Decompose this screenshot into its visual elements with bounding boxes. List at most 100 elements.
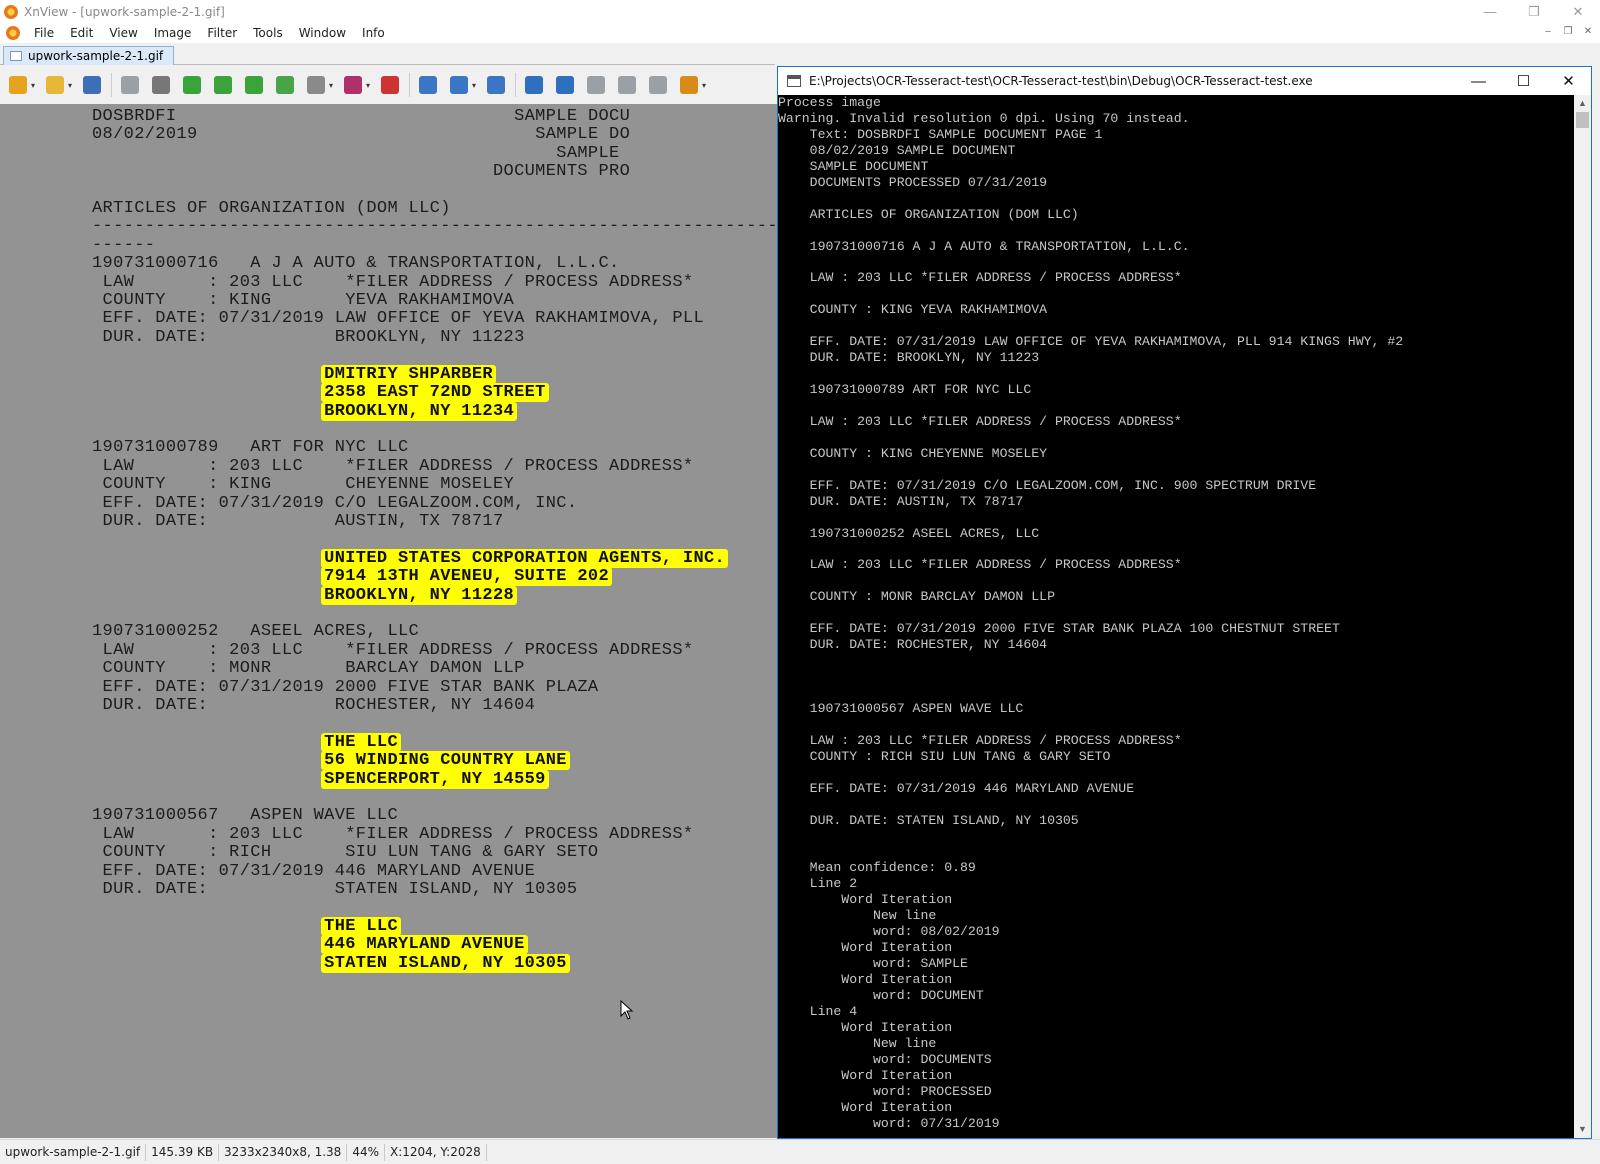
mdi-close-button[interactable]: ✕: [1580, 25, 1596, 39]
adjust-dropdown-icon[interactable]: ▾: [366, 81, 372, 90]
console-minimize-button[interactable]: —: [1456, 67, 1501, 95]
rotate-right-button[interactable]: [211, 73, 235, 97]
restore-button[interactable]: ❐: [1512, 0, 1556, 23]
adjust-button[interactable]: [341, 73, 365, 97]
console-maximize-button[interactable]: ☐: [1501, 67, 1546, 95]
browser-button[interactable]: [6, 73, 30, 97]
entry-4-highlight-3: STATEN ISLAND, NY 10305: [321, 953, 570, 973]
console-close-button[interactable]: ✕: [1546, 67, 1591, 95]
console-scrollbar[interactable]: ▲ ▼: [1574, 95, 1591, 1138]
scroll-up-arrow-icon[interactable]: ▲: [1574, 95, 1591, 112]
slideshow-dropdown-icon[interactable]: ▾: [702, 81, 708, 90]
console-line: Warning. Invalid resolution 0 dpi. Using…: [778, 110, 1190, 126]
console-line: 190731000567 ASPEN WAVE LLC: [778, 700, 1024, 716]
zoom-fit-dropdown-icon[interactable]: ▾: [472, 81, 478, 90]
menu-window[interactable]: Window: [291, 26, 354, 40]
last-icon: [618, 76, 636, 94]
export-icon: [245, 76, 263, 94]
console-line: 08/02/2019 SAMPLE DOCUMENT: [778, 142, 1016, 158]
menu-view[interactable]: View: [101, 26, 145, 40]
console-line: word: DOCUMENT: [778, 988, 984, 1004]
console-line: ARTICLES OF ORGANIZATION (DOM LLC): [778, 206, 1079, 222]
menu-info[interactable]: Info: [354, 26, 393, 40]
app-menu-icon[interactable]: [6, 26, 20, 40]
mdi-minimize-button[interactable]: –: [1540, 25, 1556, 39]
scanned-document: DOSBRDFI SAMPLE DOCU 08/02/2019 SAMPLE D…: [92, 107, 777, 973]
menu-image[interactable]: Image: [146, 26, 200, 40]
entry-1-id: 190731000716 A J A AUTO & TRANSPORTATION…: [92, 254, 620, 274]
entry-4-highlight-1: THE LLC: [321, 916, 402, 936]
console-line: 190731000252 ASEEL ACRES, LLC: [778, 525, 1040, 541]
entry-4-id: 190731000567 ASPEN WAVE LLC: [92, 806, 398, 826]
section-title: ARTICLES OF ORGANIZATION (DOM LLC): [92, 199, 451, 219]
console-line: word: 08/02/2019: [778, 924, 1000, 940]
window-title: XnView - [upwork-sample-2-1.gif]: [24, 4, 225, 19]
entry-4-highlight-2: 446 MARYLAND AVENUE: [321, 935, 528, 955]
console-line: DUR. DATE: AUSTIN, TX 78717: [778, 493, 1024, 509]
status-zoom: 44%: [347, 1143, 385, 1161]
menu-tools[interactable]: Tools: [245, 26, 291, 40]
slideshow-icon: [680, 76, 698, 94]
console-line: Word Iteration: [778, 940, 953, 956]
next-button[interactable]: [553, 73, 577, 97]
previous-button[interactable]: [522, 73, 546, 97]
mdi-restore-button[interactable]: ❐: [1560, 25, 1576, 39]
print-button[interactable]: [304, 73, 328, 97]
close-button[interactable]: ✕: [1556, 0, 1600, 23]
convert-button[interactable]: [273, 73, 297, 97]
fullscreen-button[interactable]: [646, 73, 670, 97]
console-window[interactable]: E:\Projects\OCR-Tesseract-test\OCR-Tesse…: [777, 66, 1592, 1139]
first-button[interactable]: [584, 73, 608, 97]
menu-file[interactable]: File: [26, 26, 62, 40]
header-left-1: DOSBRDFI: [92, 107, 177, 126]
console-line: Mean confidence: 0.89: [778, 860, 976, 876]
image-viewer[interactable]: DOSBRDFI SAMPLE DOCU 08/02/2019 SAMPLE D…: [0, 104, 777, 1138]
slideshow-button[interactable]: [677, 73, 701, 97]
console-line: word: 07/31/2019: [778, 1115, 1000, 1131]
console-line: LAW : 203 LLC *FILER ADDRESS / PROCESS A…: [778, 557, 1182, 573]
console-line: Text: DOSBRDFI SAMPLE DOCUMENT PAGE 1: [778, 126, 1103, 142]
zoom-fit-button[interactable]: [447, 73, 471, 97]
xnview-app: XnView - [upwork-sample-2-1.gif] — ❐ ✕ F…: [0, 0, 1600, 1164]
minimize-button[interactable]: —: [1468, 0, 1512, 23]
console-line: Word Iteration: [778, 1099, 953, 1115]
crop-button[interactable]: [149, 73, 173, 97]
entry-1-highlight-2: 2358 EAST 72ND STREET: [321, 383, 549, 403]
entry-3-county: COUNTY : MONR BARCLAY DAMON LLP: [92, 659, 525, 679]
print-dropdown-icon[interactable]: ▾: [329, 81, 335, 90]
console-line: Word Iteration: [778, 972, 953, 988]
document-tab-bar: upwork-sample-2-1.gif: [0, 43, 775, 65]
zoom-out-button[interactable]: [484, 73, 508, 97]
scroll-down-arrow-icon[interactable]: ▼: [1574, 1121, 1591, 1138]
console-line: 190731000716 A J A AUTO & TRANSPORTATION…: [778, 238, 1190, 254]
open-folder-button[interactable]: [43, 73, 67, 97]
console-title-bar: E:\Projects\OCR-Tesseract-test\OCR-Tesse…: [778, 67, 1591, 95]
console-line: word: SAMPLE: [778, 956, 968, 972]
image-file-icon: [10, 51, 22, 61]
tab-upwork-sample[interactable]: upwork-sample-2-1.gif: [3, 46, 175, 65]
browser-dropdown-icon[interactable]: ▾: [31, 81, 37, 90]
scrollbar-thumb[interactable]: [1576, 112, 1589, 128]
console-line: Word Iteration: [778, 1019, 953, 1035]
menu-filter[interactable]: Filter: [199, 26, 245, 40]
entry-3-highlight-2: 56 WINDING COUNTRY LANE: [321, 751, 570, 771]
export-button[interactable]: [242, 73, 266, 97]
open-folder-dropdown-icon[interactable]: ▾: [68, 81, 74, 90]
undo-button[interactable]: [118, 73, 142, 97]
status-filename: upwork-sample-2-1.gif: [0, 1143, 147, 1161]
console-line: LAW : 203 LLC *FILER ADDRESS / PROCESS A…: [778, 270, 1182, 286]
last-button[interactable]: [615, 73, 639, 97]
menu-bar: File Edit View Image Filter Tools Window…: [0, 23, 1600, 43]
effects-button[interactable]: [378, 73, 402, 97]
zoom-in-button[interactable]: [416, 73, 440, 97]
menu-edit[interactable]: Edit: [62, 26, 101, 40]
rotate-left-button[interactable]: [180, 73, 204, 97]
save-button[interactable]: [80, 73, 104, 97]
toolbar-separator: [111, 73, 112, 97]
